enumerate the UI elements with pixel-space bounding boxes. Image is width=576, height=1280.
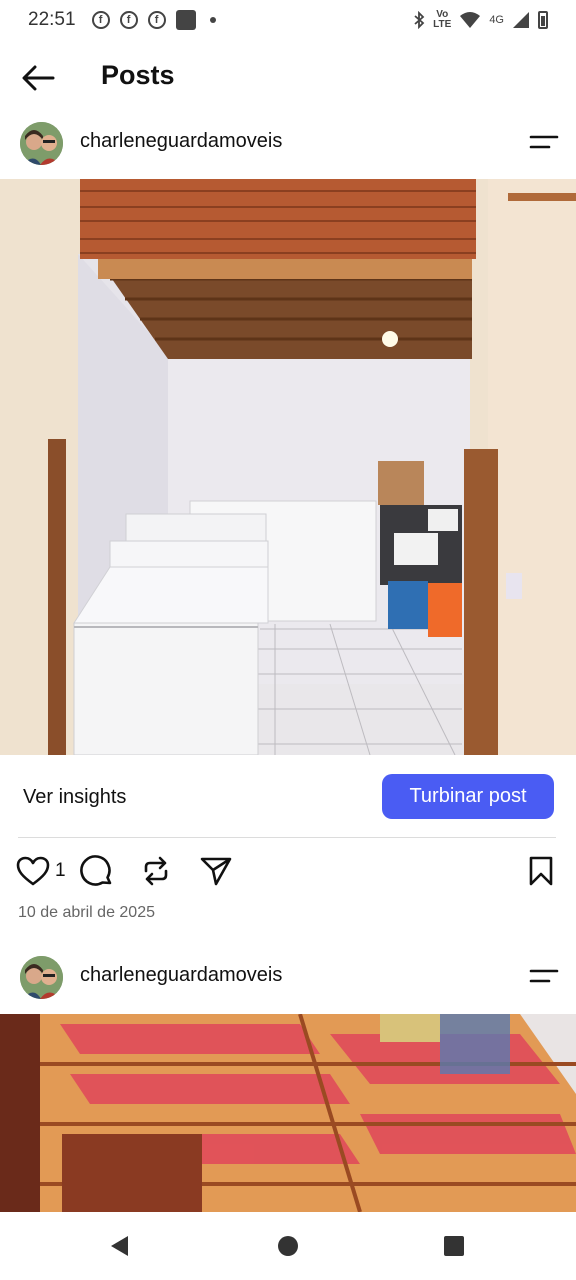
volte-icon: Vo LTE [433, 10, 451, 30]
post-header: charleneguardamoveis [0, 118, 576, 168]
menu-lines-icon [529, 135, 559, 149]
comment-icon [80, 855, 112, 886]
repost-icon [144, 856, 168, 886]
bluetooth-icon [414, 11, 425, 29]
wifi-icon [460, 12, 481, 28]
like-count: 1 [55, 860, 66, 881]
share-button[interactable] [197, 852, 235, 890]
recents-square-icon [444, 1236, 464, 1256]
app-header: Posts [0, 52, 576, 104]
menu-lines-icon [529, 969, 559, 983]
avatar[interactable] [20, 956, 63, 999]
repost-button[interactable] [137, 852, 175, 890]
divider [18, 837, 556, 838]
photo-icon [175, 10, 196, 30]
comment-button[interactable] [78, 852, 116, 890]
back-triangle-icon [111, 1236, 128, 1256]
network-label: 4G [489, 14, 504, 26]
post-photo[interactable] [0, 1014, 576, 1212]
status-right: Vo LTE 4G [413, 10, 548, 30]
username[interactable]: charleneguardamoveis [80, 964, 282, 987]
username[interactable]: charleneguardamoveis [80, 130, 282, 153]
post-date: 10 de abril de 2025 [18, 904, 155, 921]
heart-icon [16, 856, 50, 886]
status-bar: 22:51 f f f Vo LTE 4G [0, 0, 576, 40]
post-actions: 1 [0, 850, 576, 894]
nav-home-button[interactable] [276, 1234, 300, 1258]
arrow-left-icon [22, 65, 55, 91]
post-options-button[interactable] [528, 128, 560, 156]
post-photo[interactable] [0, 179, 576, 755]
boost-post-button[interactable]: Turbinar post [382, 774, 554, 819]
nav-back-button[interactable] [108, 1234, 132, 1258]
battery-icon [538, 11, 548, 29]
volte-line-2: LTE [433, 19, 452, 30]
signal-icon [513, 12, 529, 28]
bookmark-icon [529, 856, 553, 886]
page-title: Posts [101, 60, 175, 90]
post-header: charleneguardamoveis [0, 952, 576, 1002]
nav-recents-button[interactable] [442, 1234, 466, 1258]
status-time: 22:51 [28, 9, 76, 30]
avatar[interactable] [20, 122, 63, 165]
save-button[interactable] [522, 852, 560, 890]
facebook-icon: f [147, 11, 166, 29]
post-options-button[interactable] [528, 962, 560, 990]
back-button[interactable] [20, 62, 56, 94]
view-insights-link[interactable]: Ver insights [23, 786, 126, 809]
dot-icon [209, 17, 216, 23]
insights-row: Ver insights Turbinar post [0, 756, 576, 838]
status-left: 22:51 f f f [28, 9, 216, 31]
facebook-icon: f [119, 11, 138, 29]
send-icon [200, 857, 232, 886]
like-button[interactable] [14, 852, 52, 890]
home-circle-icon [278, 1236, 298, 1256]
facebook-icon: f [91, 11, 110, 29]
system-nav-bar [0, 1212, 576, 1280]
